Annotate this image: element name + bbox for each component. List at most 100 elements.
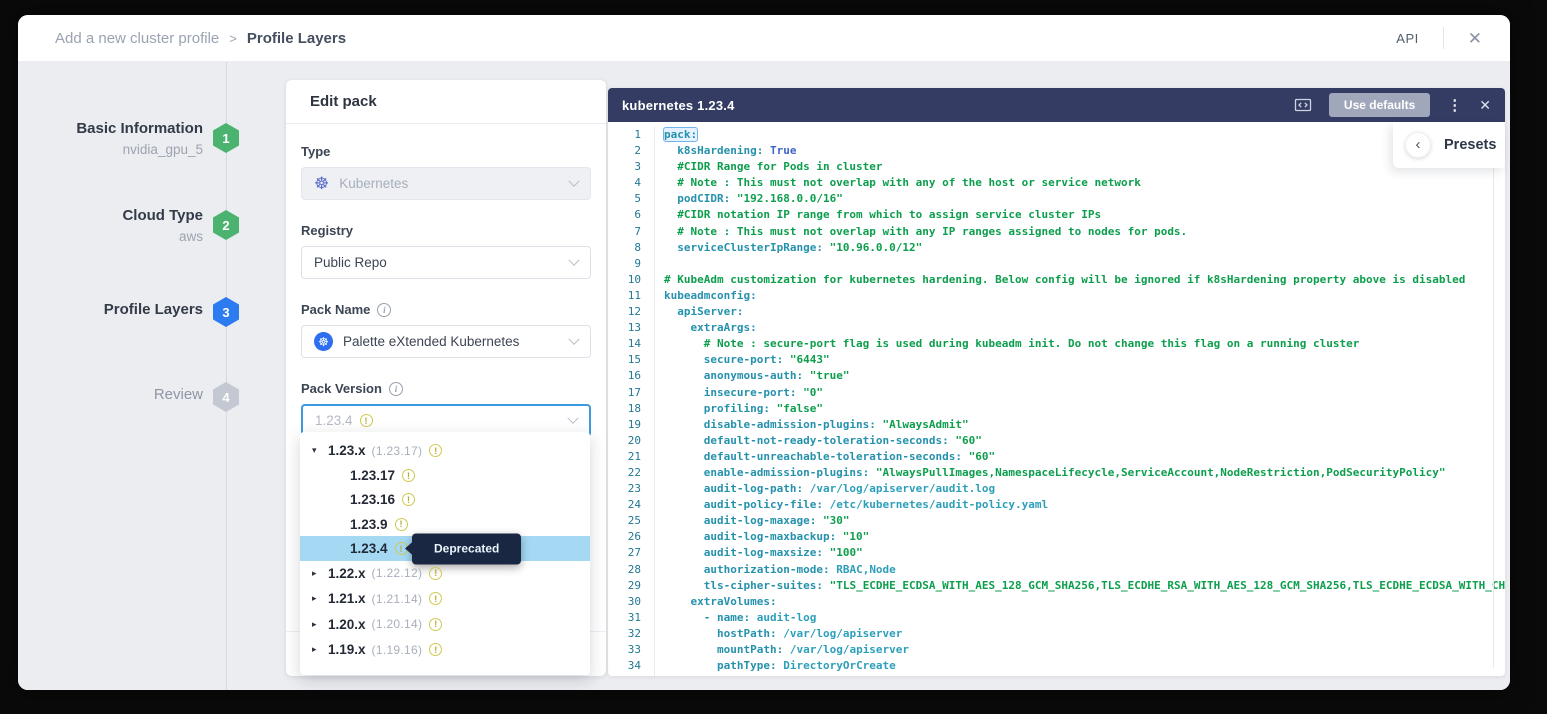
- code-line[interactable]: enable-admission-plugins: "AlwaysPullIma…: [664, 465, 1505, 481]
- version-option-row[interactable]: 1.23.4!Deprecated: [300, 536, 590, 560]
- pack-name-value: Palette eXtended Kubernetes: [343, 334, 519, 349]
- code-line[interactable]: pathType: DirectoryOrCreate: [664, 658, 1505, 674]
- code-line[interactable]: default-not-ready-toleration-seconds: "6…: [664, 433, 1505, 449]
- code-editor[interactable]: 1234567891011121314151617181920212223242…: [608, 122, 1505, 676]
- line-number: 5: [608, 191, 641, 207]
- caret-right-icon[interactable]: ▸: [312, 568, 328, 579]
- version-group-row[interactable]: ▸1.21.x(1.21.14)!: [300, 586, 590, 612]
- code-line[interactable]: #CIDR notation IP range from which to as…: [664, 207, 1505, 223]
- line-number: 10: [608, 272, 641, 288]
- step-sublabel: aws: [18, 226, 203, 247]
- code-line[interactable]: apiServer:: [664, 304, 1505, 320]
- code-line[interactable]: # Note : This must not overlap with any …: [664, 175, 1505, 191]
- code-line[interactable]: tls-cipher-suites: "TLS_ECDHE_ECDSA_WITH…: [664, 578, 1505, 594]
- code-line[interactable]: # Note : secure-port flag is used during…: [664, 336, 1505, 352]
- kubernetes-icon: ☸: [314, 175, 329, 192]
- code-line[interactable]: audit-log-maxsize: "100": [664, 545, 1505, 561]
- pack-name-select[interactable]: ☸ Palette eXtended Kubernetes: [301, 325, 591, 358]
- breadcrumb-separator: >: [229, 31, 237, 46]
- warning-icon[interactable]: !: [429, 567, 442, 580]
- code-line[interactable]: audit-log-maxbackup: "10": [664, 529, 1505, 545]
- code-line[interactable]: profiling: "false": [664, 401, 1505, 417]
- version-group-row[interactable]: ▸1.20.x(1.20.14)!: [300, 612, 590, 638]
- line-number: 29: [608, 578, 641, 594]
- step-number-badge[interactable]: 2: [213, 210, 239, 240]
- code-line[interactable]: disable-admission-plugins: "AlwaysAdmit": [664, 417, 1505, 433]
- warning-icon[interactable]: !: [429, 592, 442, 605]
- type-select[interactable]: ☸ Kubernetes: [301, 167, 591, 200]
- code-line[interactable]: k8sHardening: True: [664, 143, 1505, 159]
- use-defaults-button[interactable]: Use defaults: [1329, 93, 1430, 117]
- code-line[interactable]: # KubeAdm customization for kubernetes h…: [664, 272, 1505, 288]
- editor-scrollbar-track[interactable]: [1493, 162, 1494, 668]
- caret-right-icon[interactable]: ▸: [312, 644, 328, 655]
- chevron-down-icon: [568, 175, 579, 186]
- code-line[interactable]: podCIDR: "192.168.0.0/16": [664, 191, 1505, 207]
- line-number: 17: [608, 385, 641, 401]
- version-group-row[interactable]: ▸1.19.x(1.19.16)!: [300, 637, 590, 663]
- step-number-badge[interactable]: 3: [213, 297, 239, 327]
- editor-close-icon[interactable]: ✕: [1479, 98, 1491, 112]
- info-icon[interactable]: i: [377, 303, 391, 317]
- api-link[interactable]: API: [1396, 31, 1418, 46]
- line-number: 11: [608, 288, 641, 304]
- warning-icon[interactable]: !: [429, 444, 442, 457]
- code-line[interactable]: # Note : This must not overlap with any …: [664, 224, 1505, 240]
- tooltip-arrow: [405, 542, 413, 556]
- warning-icon[interactable]: !: [395, 518, 408, 531]
- code-line[interactable]: - name: audit-log: [664, 610, 1505, 626]
- version-option-row[interactable]: 1.23.16!: [300, 488, 590, 512]
- registry-select[interactable]: Public Repo: [301, 246, 591, 279]
- version-group-latest: (1.21.14): [372, 592, 423, 606]
- code-line[interactable]: [664, 256, 1505, 272]
- code-line[interactable]: audit-log-path: /var/log/apiserver/audit…: [664, 481, 1505, 497]
- code-line[interactable]: authorization-mode: RBAC,Node: [664, 562, 1505, 578]
- code-line[interactable]: anonymous-auth: "true": [664, 368, 1505, 384]
- warning-icon[interactable]: !: [360, 414, 373, 427]
- code-content[interactable]: pack: k8sHardening: True #CIDR Range for…: [655, 127, 1505, 676]
- close-icon[interactable]: ✕: [1468, 30, 1482, 47]
- kebab-menu-icon[interactable]: ⋮: [1447, 98, 1462, 113]
- line-number: 2: [608, 143, 641, 159]
- code-line[interactable]: #CIDR Range for Pods in cluster: [664, 159, 1505, 175]
- caret-down-icon[interactable]: ▾: [312, 445, 328, 456]
- line-number: 18: [608, 401, 641, 417]
- warning-icon[interactable]: !: [429, 643, 442, 656]
- breadcrumb-parent[interactable]: Add a new cluster profile: [55, 30, 219, 47]
- step-number-badge[interactable]: 4: [213, 382, 239, 412]
- version-group-row[interactable]: ▾1.23.x(1.23.17)!: [300, 438, 590, 464]
- stepper-connector-line: [226, 62, 227, 690]
- breadcrumb: Add a new cluster profile > Profile Laye…: [55, 30, 346, 47]
- code-line[interactable]: mountPath: /var/log/apiserver: [664, 642, 1505, 658]
- code-line[interactable]: hostPath: /var/log/apiserver: [664, 626, 1505, 642]
- line-number: 16: [608, 368, 641, 384]
- version-option-row[interactable]: 1.23.17!: [300, 464, 590, 488]
- warning-icon[interactable]: !: [429, 618, 442, 631]
- diff-editor-icon[interactable]: [1294, 98, 1312, 112]
- step-label: Review: [18, 384, 203, 405]
- line-number: 9: [608, 256, 641, 272]
- info-icon[interactable]: i: [389, 382, 403, 396]
- code-line[interactable]: pack:: [664, 127, 1505, 143]
- code-line[interactable]: insecure-port: "0": [664, 385, 1505, 401]
- line-number: 25: [608, 513, 641, 529]
- code-line[interactable]: default-unreachable-toleration-seconds: …: [664, 449, 1505, 465]
- code-line[interactable]: kubeadmconfig:: [664, 288, 1505, 304]
- code-line[interactable]: extraArgs:: [664, 320, 1505, 336]
- line-number-gutter: 1234567891011121314151617181920212223242…: [608, 127, 655, 676]
- version-group-latest: (1.23.17): [372, 444, 423, 458]
- chevron-left-icon[interactable]: ‹: [1405, 132, 1431, 158]
- code-line[interactable]: secure-port: "6443": [664, 352, 1505, 368]
- version-group-row[interactable]: ▸1.22.x(1.22.12)!: [300, 561, 590, 587]
- caret-right-icon[interactable]: ▸: [312, 619, 328, 630]
- version-group-latest: (1.20.14): [372, 617, 423, 631]
- code-line[interactable]: audit-policy-file: /etc/kubernetes/audit…: [664, 497, 1505, 513]
- step-number-badge[interactable]: 1: [213, 123, 239, 153]
- line-number: 23: [608, 481, 641, 497]
- code-line[interactable]: serviceClusterIpRange: "10.96.0.0/12": [664, 240, 1505, 256]
- code-line[interactable]: audit-log-maxage: "30": [664, 513, 1505, 529]
- code-line[interactable]: extraVolumes:: [664, 594, 1505, 610]
- warning-icon[interactable]: !: [402, 469, 415, 482]
- warning-icon[interactable]: !: [402, 493, 415, 506]
- caret-right-icon[interactable]: ▸: [312, 593, 328, 604]
